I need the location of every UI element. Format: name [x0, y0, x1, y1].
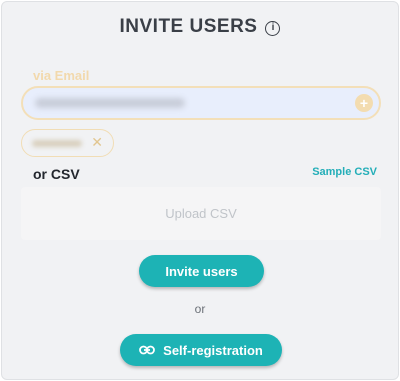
or-csv-label: or CSV	[33, 166, 80, 182]
self-registration-button[interactable]: Self-registration	[120, 334, 282, 366]
upload-csv-label: Upload CSV	[165, 206, 237, 221]
invite-users-dialog: INVITE USERS i via Email + ✕ or CSV Samp…	[1, 1, 399, 380]
email-input[interactable]: +	[21, 86, 381, 120]
invite-users-label: Invite users	[165, 263, 238, 279]
link-icon	[139, 345, 156, 355]
plus-icon[interactable]: +	[355, 94, 373, 112]
email-input-value	[35, 98, 185, 108]
via-email-label: via Email	[33, 68, 90, 83]
info-icon[interactable]: i	[265, 20, 281, 36]
invite-users-button[interactable]: Invite users	[139, 255, 264, 287]
close-icon[interactable]: ✕	[91, 134, 103, 151]
or-separator: or	[194, 302, 206, 316]
email-chip-value	[32, 140, 82, 147]
dialog-header: INVITE USERS i	[2, 16, 398, 38]
dialog-title: INVITE USERS	[119, 16, 258, 37]
sample-csv-link[interactable]: Sample CSV	[312, 166, 377, 178]
upload-csv-dropzone[interactable]: Upload CSV	[21, 187, 381, 240]
email-chip: ✕	[21, 129, 114, 157]
self-registration-label: Self-registration	[163, 342, 263, 358]
